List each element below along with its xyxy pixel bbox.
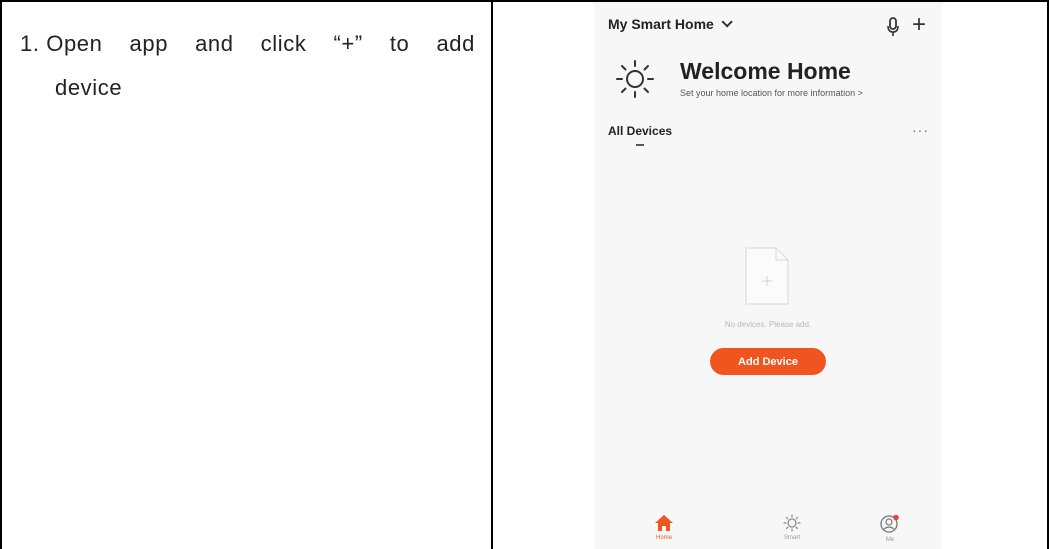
empty-state-text: No devices. Please add.	[724, 320, 812, 329]
top-bar: My Smart Home +	[608, 13, 933, 40]
app-screenshot: My Smart Home + Welcome Home Set your ho…	[594, 2, 942, 549]
welcome-card: Welcome Home Set your home location for …	[614, 56, 934, 106]
more-icon[interactable]: ···	[912, 122, 929, 138]
instruction-text: 1. Open app and click “+” to add device	[20, 22, 475, 110]
word: 1. Open	[20, 31, 103, 56]
tab-me-label: Me	[885, 537, 895, 543]
tab-smart[interactable]: Smart	[762, 514, 822, 541]
notification-dot-icon	[893, 514, 899, 521]
instruction-table: 1. Open app and click “+” to add device …	[0, 0, 1049, 549]
tab-me[interactable]: Me	[860, 514, 920, 543]
bottom-tab-bar: Home Smart Me	[594, 508, 942, 549]
chevron-down-icon	[721, 16, 733, 28]
tab-home-label: Home	[655, 535, 672, 541]
microphone-icon[interactable]	[886, 17, 900, 37]
welcome-title: Welcome Home	[680, 58, 851, 84]
word: “+”	[333, 31, 363, 56]
column-divider	[491, 0, 493, 549]
empty-device-icon	[745, 247, 789, 305]
instruction-line-1: 1. Open app and click “+” to add	[20, 22, 475, 66]
smart-sun-icon	[783, 514, 801, 532]
word: to	[389, 31, 410, 56]
tab-all-devices[interactable]: All Devices	[608, 124, 672, 138]
word: click	[260, 31, 307, 56]
sun-icon	[616, 60, 654, 98]
tab-underline	[636, 144, 644, 146]
add-device-button[interactable]: Add Device	[710, 348, 826, 375]
word: add	[436, 31, 475, 56]
tab-smart-label: Smart	[783, 535, 800, 541]
home-icon	[655, 515, 673, 531]
instruction-line-2: device	[55, 75, 123, 100]
set-location-link[interactable]: Set your home location for more informat…	[680, 88, 863, 98]
word: app	[129, 31, 169, 56]
add-plus-icon[interactable]: +	[912, 13, 926, 37]
word: and	[195, 31, 234, 56]
tab-home[interactable]: Home	[634, 514, 694, 541]
home-selector[interactable]: My Smart Home	[608, 16, 733, 32]
profile-icon	[880, 514, 899, 533]
home-selector-label: My Smart Home	[608, 16, 714, 32]
